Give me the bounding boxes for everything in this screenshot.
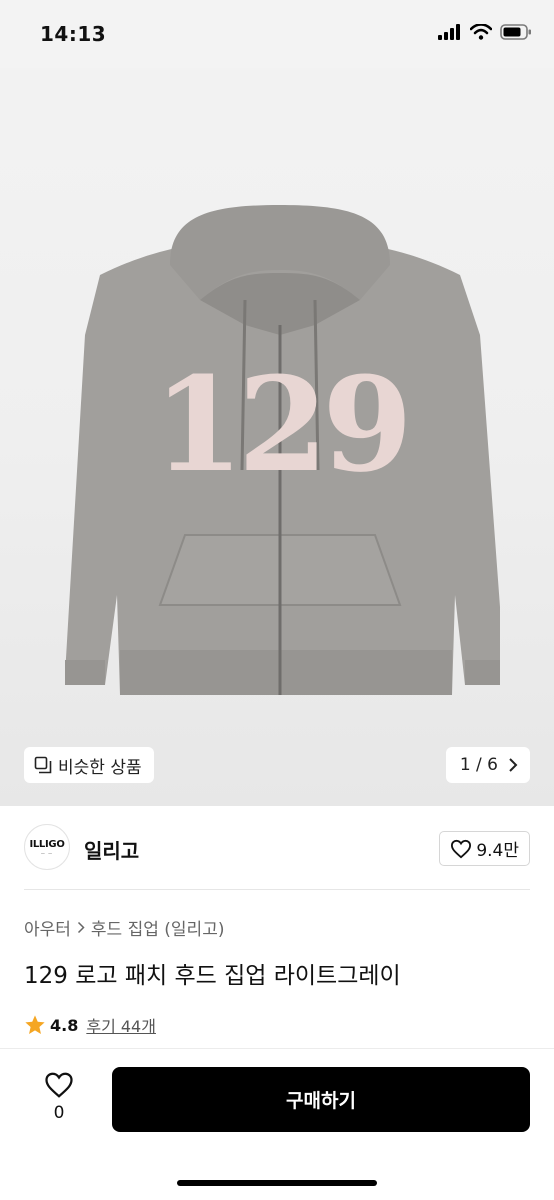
similar-products-label: 비슷한 상품: [58, 757, 142, 778]
status-time: 14:13: [40, 22, 107, 46]
breadcrumb-category[interactable]: 아우터: [24, 915, 71, 940]
wifi-icon: [470, 24, 492, 40]
status-icons: [438, 24, 532, 40]
image-page-indicator[interactable]: 1 / 6: [445, 747, 530, 783]
page-indicator-text: 1 / 6: [459, 755, 498, 775]
brand-like-button[interactable]: 9.4만: [439, 831, 530, 866]
buy-button[interactable]: 구매하기: [112, 1067, 530, 1132]
reviews-link[interactable]: 후기 44개: [86, 1013, 156, 1037]
patch-text: 129: [153, 348, 406, 501]
divider: [24, 889, 530, 890]
wish-count: 0: [53, 1103, 65, 1123]
heart-icon: [45, 1072, 73, 1098]
breadcrumb: 아우터 후드 집업 (일리고): [24, 915, 224, 940]
brand-name[interactable]: 일리고: [84, 835, 139, 864]
heart-icon: [451, 839, 472, 858]
wish-button[interactable]: 0: [38, 1071, 80, 1123]
brand-logo-sub: — —: [40, 850, 54, 856]
copy-icon: [34, 756, 52, 774]
rating-row: 4.8 후기 44개: [24, 1013, 156, 1037]
brand-row[interactable]: ILLIGO — — 일리고 9.4만: [0, 806, 554, 890]
rating-value: 4.8: [50, 1015, 79, 1035]
brand-like-count: 9.4만: [476, 841, 519, 861]
bottom-action-bar: 0 구매하기: [0, 1048, 554, 1200]
similar-products-button[interactable]: 비슷한 상품: [24, 747, 154, 783]
battery-icon: [500, 24, 531, 40]
brand-logo-text: ILLIGO: [29, 838, 65, 850]
home-indicator[interactable]: [177, 1180, 377, 1186]
status-bar: 14:13: [0, 0, 554, 68]
chevron-right-icon: [77, 921, 85, 934]
cellular-signal-icon: [438, 24, 460, 40]
star-icon: [25, 1015, 45, 1034]
brand-logo[interactable]: ILLIGO — —: [24, 824, 70, 870]
chevron-right-icon: [509, 758, 518, 772]
product-image-carousel[interactable]: 129 비슷한 상품 1 / 6: [0, 0, 554, 806]
product-image: 129: [65, 205, 500, 695]
breadcrumb-subcategory[interactable]: 후드 집업 (일리고): [91, 915, 225, 940]
product-title: 129 로고 패치 후드 집업 라이트그레이: [24, 963, 401, 989]
